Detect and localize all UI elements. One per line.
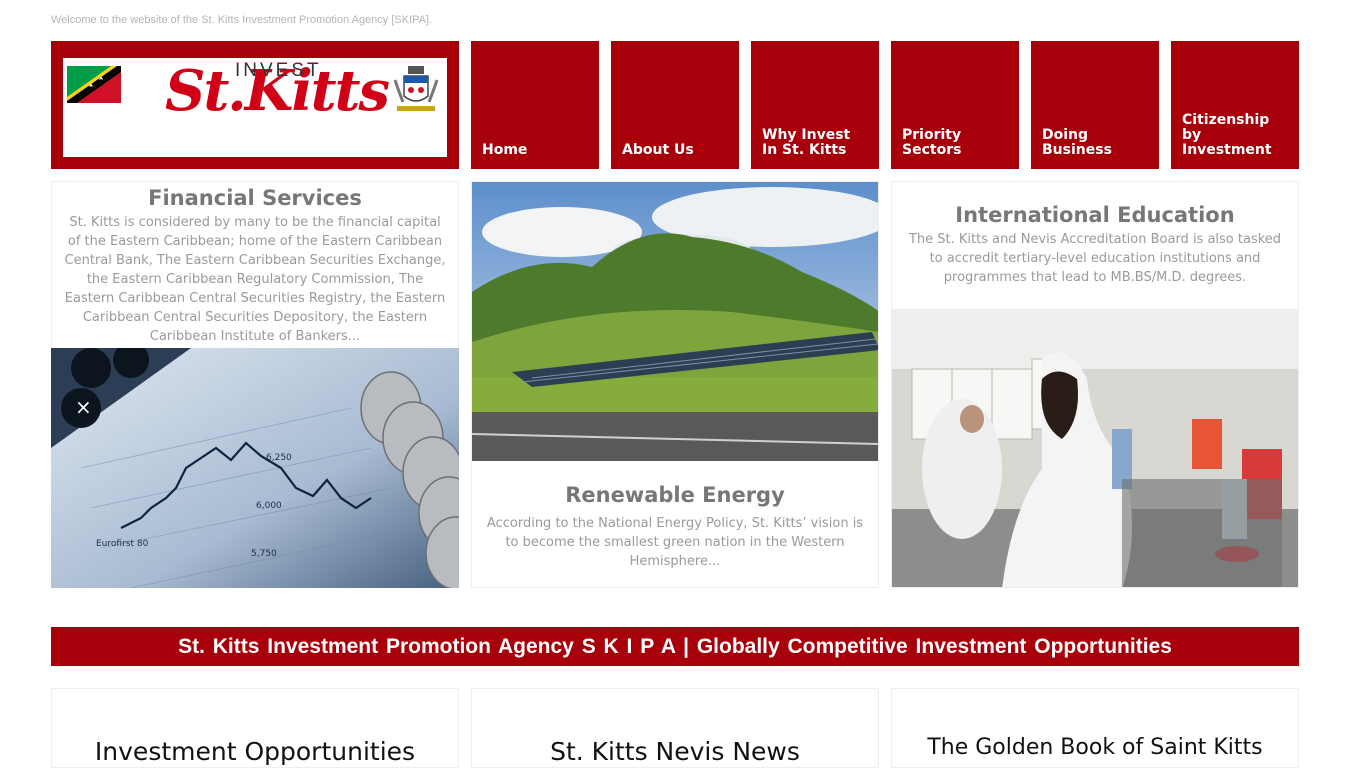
nav-priority-label: Priority Sectors — [902, 127, 962, 158]
international-education-text: The St. Kitts and Nevis Accreditation Bo… — [908, 232, 1282, 285]
nav-home-label: Home — [482, 142, 528, 158]
news-card[interactable]: St. Kitts Nevis News — [471, 688, 879, 768]
renewable-energy-text: According to the National Energy Policy,… — [486, 516, 864, 569]
financial-image-label-2: 6,000 — [256, 501, 282, 511]
renewable-energy-image — [472, 182, 878, 461]
financial-image-label-4: Eurofirst 80 — [96, 539, 149, 549]
international-education-card[interactable]: International Education The St. Kitts an… — [891, 181, 1299, 588]
nav-about-label: About Us — [622, 142, 694, 158]
page: Welcome to the website of the St. Kitts … — [0, 0, 1348, 768]
flag-icon — [67, 66, 121, 103]
svg-text:×: × — [75, 395, 92, 419]
coat-of-arms-icon — [393, 66, 439, 111]
nav-about-us[interactable]: About Us — [611, 41, 739, 169]
nav-citizenship-label: Citizenship by Investment — [1182, 112, 1272, 158]
nav-priority-sectors[interactable]: Priority Sectors — [891, 41, 1019, 169]
financial-image[interactable]: × 6,250 6,000 5,750 Eurofirst 80 — [51, 348, 459, 588]
nav-why-invest-label: Why Invest In St. Kitts — [762, 127, 851, 158]
renewable-energy-card[interactable]: Renewable Energy According to the Nation… — [471, 181, 879, 588]
site-logo[interactable]: St.Kitts INVEST — [51, 41, 459, 169]
renewable-energy-title: Renewable Energy — [565, 483, 785, 507]
investment-opportunities-title: Investment Opportunities — [94, 737, 416, 766]
welcome-text: Welcome to the website of the St. Kitts … — [51, 14, 433, 26]
nav-doing-business-label: Doing Business — [1042, 127, 1112, 158]
nav-home[interactable]: Home — [471, 41, 599, 169]
golden-book-card[interactable]: The Golden Book of Saint Kitts — [891, 688, 1299, 768]
investment-opportunities-card[interactable]: Investment Opportunities — [51, 688, 459, 768]
nav-why-invest[interactable]: Why Invest In St. Kitts — [751, 41, 879, 169]
tagline-banner: St. Kitts Investment Promotion Agency S … — [51, 627, 1299, 666]
logo-panel: St.Kitts INVEST — [63, 58, 447, 157]
international-education-title: International Education — [955, 203, 1235, 227]
financial-image-label-3: 5,750 — [251, 549, 277, 559]
logo-invest: INVEST — [235, 60, 322, 81]
financial-services-title: Financial Services — [148, 186, 362, 210]
financial-image-label-1: 6,250 — [266, 453, 292, 463]
news-title: St. Kitts Nevis News — [550, 737, 800, 766]
financial-services-text: St. Kitts is considered by many to be th… — [64, 215, 446, 344]
golden-book-title: The Golden Book of Saint Kitts — [927, 735, 1263, 760]
nav-citizenship[interactable]: Citizenship by Investment — [1171, 41, 1299, 169]
education-image — [892, 309, 1298, 587]
nav-doing-business[interactable]: Doing Business — [1031, 41, 1159, 169]
